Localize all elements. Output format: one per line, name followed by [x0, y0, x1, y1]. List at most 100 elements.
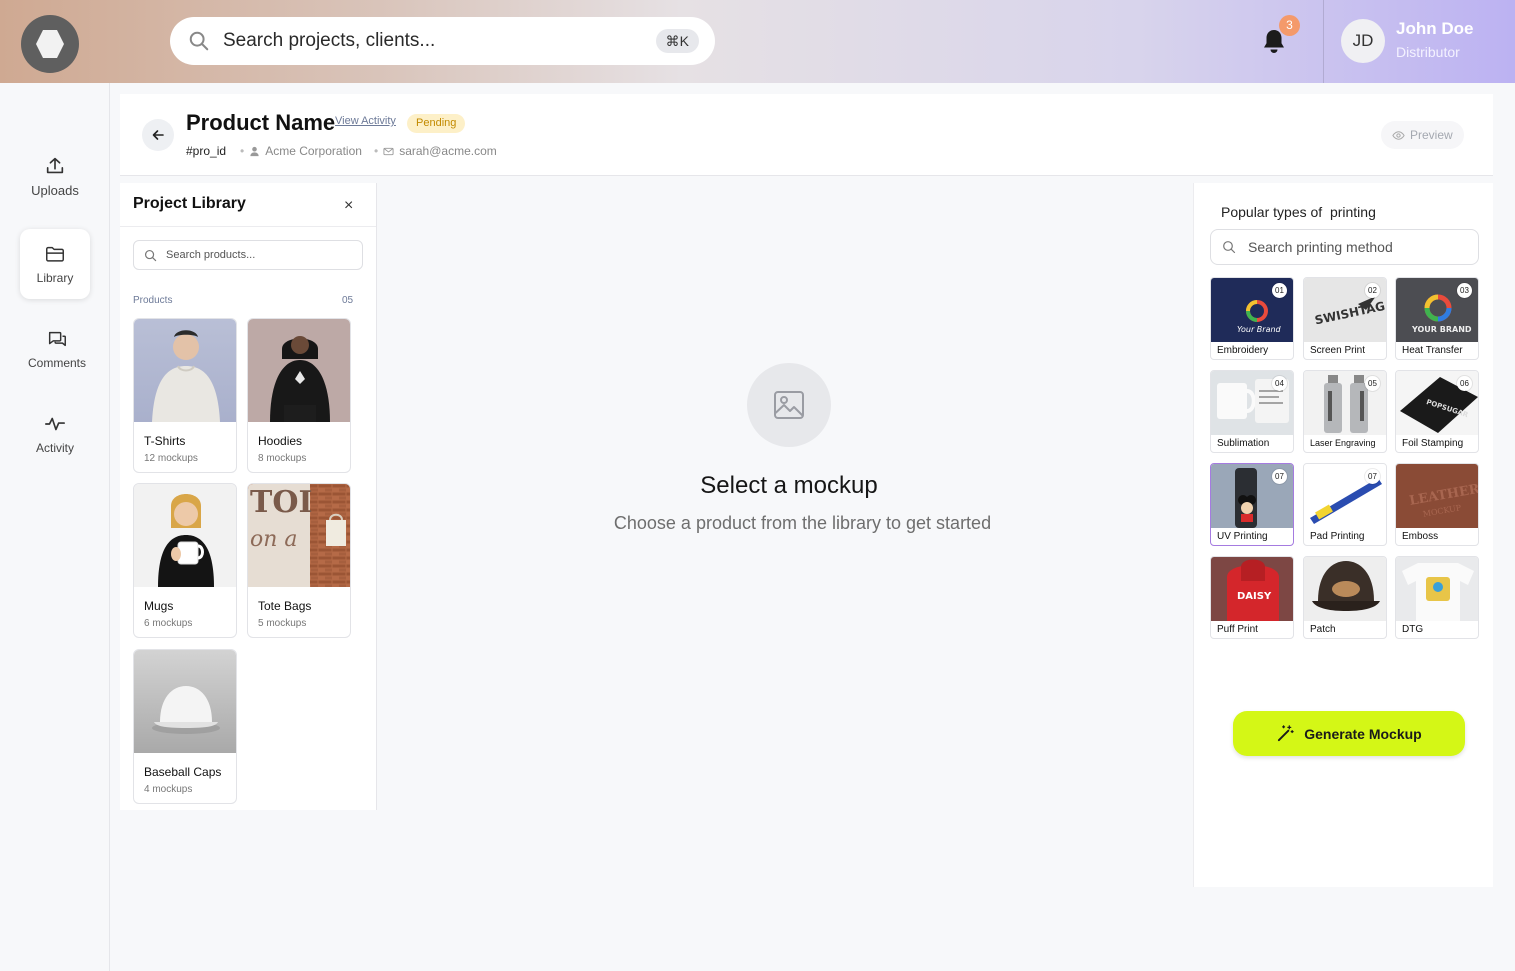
- project-header: Product Name View Activity Pending #pro_…: [120, 94, 1493, 176]
- global-search[interactable]: ⌘K: [170, 17, 715, 65]
- method-label: Heat Transfer: [1402, 345, 1463, 356]
- method-label: Sublimation: [1217, 438, 1270, 449]
- user-role: Distributor: [1396, 44, 1460, 60]
- printing-methods-panel: Popular types of printing Your Brand 01 …: [1193, 183, 1493, 887]
- global-search-input[interactable]: [223, 30, 643, 52]
- product-card-tote-bags[interactable]: TOI on a Tote Bags 5 mockups: [247, 483, 351, 638]
- divider: [120, 226, 376, 227]
- search-icon: [189, 31, 209, 51]
- preview-label: Preview: [1410, 128, 1453, 142]
- tote-bag-image: TOI on a: [248, 484, 350, 587]
- svg-text:TOI: TOI: [250, 485, 313, 520]
- preview-button[interactable]: Preview: [1381, 121, 1464, 149]
- top-bar: ⌘K 3 JD John Doe Distributor: [0, 0, 1515, 83]
- product-search[interactable]: [133, 240, 363, 270]
- printing-search[interactable]: [1210, 229, 1479, 265]
- library-title: Project Library: [133, 195, 246, 212]
- nav-comments[interactable]: Comments: [20, 314, 94, 384]
- empty-state-subtitle: Choose a product from the library to get…: [613, 513, 992, 533]
- email-meta: • sarah@acme.com: [374, 144, 497, 158]
- view-activity-link[interactable]: View Activity: [335, 115, 396, 127]
- image-icon: [774, 391, 804, 419]
- nav-library-label: Library: [36, 271, 74, 285]
- mail-icon: [383, 147, 394, 155]
- method-screen-print[interactable]: SWISHTAG 02 Screen Print: [1303, 277, 1387, 360]
- arrow-left-icon: [152, 130, 164, 140]
- product-card-baseball-caps[interactable]: Baseball Caps 4 mockups: [133, 649, 237, 804]
- method-puff-print[interactable]: DAISY Puff Print: [1210, 556, 1294, 639]
- product-name: Baseball Caps: [144, 765, 222, 779]
- image-placeholder: [747, 363, 831, 447]
- product-card-tshirts[interactable]: T-Shirts 12 mockups: [133, 318, 237, 473]
- method-patch[interactable]: Patch: [1303, 556, 1387, 639]
- upload-icon: [46, 157, 64, 173]
- method-laser-engraving[interactable]: 05 Laser Engraving: [1303, 370, 1387, 453]
- method-label: Puff Print: [1217, 624, 1258, 635]
- svg-text:YOUR BRAND: YOUR BRAND: [1411, 325, 1472, 334]
- chat-icon: [48, 331, 66, 347]
- empty-state-title: Select a mockup: [700, 472, 878, 499]
- method-number: 06: [1457, 376, 1472, 391]
- product-count: 4 mockups: [144, 784, 193, 795]
- mug-image: [134, 484, 236, 587]
- method-heat-transfer[interactable]: YOUR BRAND 03 Heat Transfer: [1395, 277, 1479, 360]
- client-email: sarah@acme.com: [399, 144, 497, 158]
- svg-text:LEATHER: LEATHER: [1408, 482, 1478, 509]
- method-pad-printing[interactable]: 07 Pad Printing: [1303, 463, 1387, 546]
- nav-uploads[interactable]: Uploads: [18, 141, 92, 211]
- client-name: Acme Corporation: [265, 144, 362, 158]
- method-label: Laser Engraving: [1310, 438, 1376, 448]
- printing-title: Popular types of printing: [1221, 204, 1376, 220]
- nav-activity[interactable]: Activity: [18, 399, 92, 469]
- client-meta: • Acme Corporation: [240, 144, 362, 158]
- meta-separator: •: [374, 144, 379, 158]
- nav-activity-label: Activity: [35, 441, 74, 455]
- product-name: Mugs: [144, 599, 174, 613]
- puff-print-image: DAISY: [1211, 557, 1293, 621]
- magic-wand-icon: [1278, 725, 1294, 742]
- method-label: Patch: [1310, 624, 1336, 635]
- product-card-hoodies[interactable]: Hoodies 8 mockups: [247, 318, 351, 473]
- method-embroidery[interactable]: Your Brand 01 Embroidery: [1210, 277, 1294, 360]
- method-number: 05: [1365, 376, 1380, 391]
- method-label: Pad Printing: [1310, 531, 1365, 542]
- emboss-image: LEATHER MOCKUP: [1396, 464, 1478, 528]
- generate-mockup-button[interactable]: Generate Mockup: [1233, 711, 1465, 756]
- method-foil-stamping[interactable]: POPSUGAR 06 Foil Stamping: [1395, 370, 1479, 453]
- tshirt-image: [134, 319, 236, 422]
- product-name: T-Shirts: [144, 434, 186, 448]
- nav-library[interactable]: Library: [20, 229, 90, 299]
- printing-search-input[interactable]: [1248, 239, 1468, 255]
- nav-comments-label: Comments: [27, 356, 86, 370]
- search-icon: [1223, 241, 1236, 254]
- product-count: 8 mockups: [258, 453, 307, 464]
- method-label: Screen Print: [1310, 345, 1366, 356]
- back-button[interactable]: [142, 119, 174, 151]
- dtg-image: [1396, 557, 1478, 621]
- hexagon-icon: [36, 30, 64, 58]
- svg-text:DAISY: DAISY: [1237, 591, 1272, 602]
- method-label: Emboss: [1402, 531, 1439, 542]
- patch-image: [1304, 557, 1386, 621]
- method-label: DTG: [1402, 624, 1424, 635]
- svg-text:Your Brand: Your Brand: [1237, 325, 1282, 334]
- page-title: Product Name: [186, 110, 336, 135]
- product-name: Tote Bags: [258, 599, 312, 613]
- product-search-input[interactable]: [166, 249, 346, 261]
- shortcut-badge: ⌘K: [655, 29, 699, 53]
- method-number: 04: [1272, 376, 1287, 391]
- activity-icon: [45, 417, 65, 431]
- close-icon[interactable]: ×: [344, 197, 353, 215]
- user-name[interactable]: John Doe: [1396, 19, 1473, 39]
- method-dtg[interactable]: DTG: [1395, 556, 1479, 639]
- method-emboss[interactable]: LEATHER MOCKUP Emboss: [1395, 463, 1479, 546]
- nav-uploads-label: Uploads: [31, 182, 79, 198]
- mockup-canvas: Select a mockup Choose a product from th…: [377, 183, 1193, 883]
- app-logo[interactable]: [21, 15, 79, 73]
- method-uv-printing[interactable]: 07 UV Printing: [1210, 463, 1294, 546]
- product-card-mugs[interactable]: Mugs 6 mockups: [133, 483, 237, 638]
- method-sublimation[interactable]: 04 Sublimation: [1210, 370, 1294, 453]
- generate-mockup-label: Generate Mockup: [1304, 725, 1422, 742]
- avatar[interactable]: JD: [1341, 19, 1385, 63]
- method-label: Embroidery: [1217, 345, 1269, 356]
